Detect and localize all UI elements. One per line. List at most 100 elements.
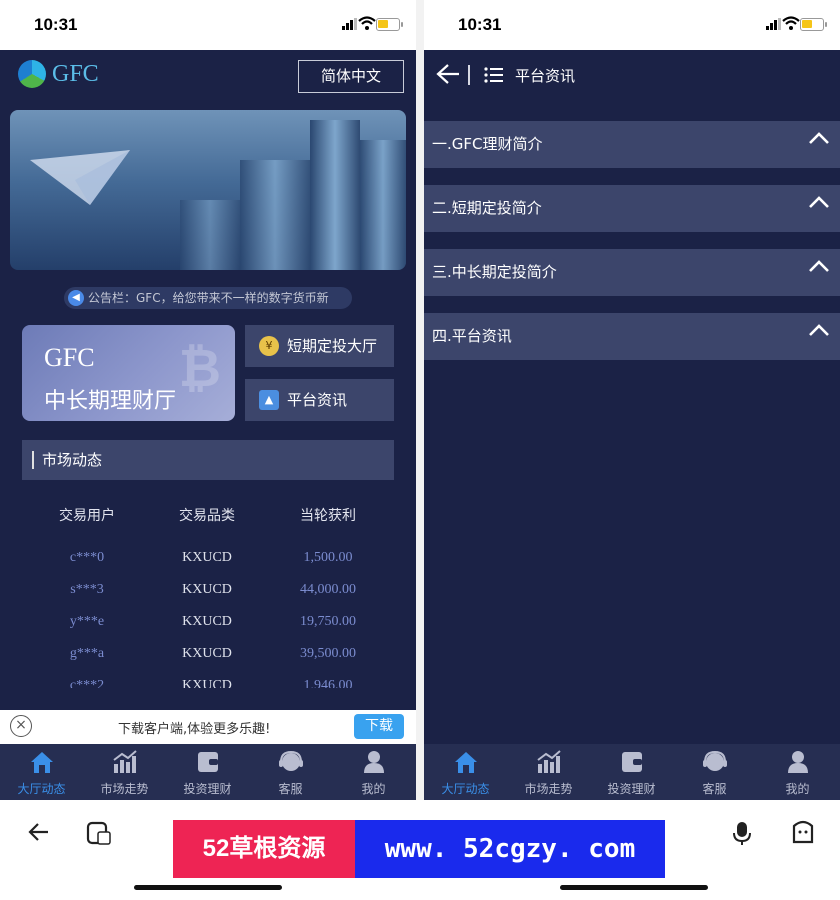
bottom-tab-bar: 大厅动态 市场走势 投资理财 客服 我的 [0, 744, 416, 800]
col-header-user: 交易用户 [59, 508, 115, 524]
table-row: g***a KXUCD 39,500.00 [0, 646, 416, 678]
accordion-item[interactable]: 四.平台资讯 [424, 313, 840, 360]
cell-product: KXUCD [182, 614, 232, 629]
tab-support[interactable]: 客服 [673, 744, 756, 800]
cell-user: c***0 [69, 550, 105, 565]
accordion-title: 四.平台资讯 [432, 327, 512, 345]
accordion-item[interactable]: 三.中长期定投简介 [424, 249, 840, 296]
market-table-body[interactable]: c***0 KXUCD 1,500.00 s***3 KXUCD 44,000.… [0, 528, 416, 688]
promo-url: www. 52cgzy. com [355, 820, 665, 878]
tab-mine[interactable]: 我的 [332, 744, 415, 800]
long-term-hall-card[interactable]: ₿ GFC 中长期理财厅 [22, 325, 235, 421]
chart-icon [113, 750, 137, 773]
platform-news-button[interactable]: ▲ 平台资讯 [245, 379, 394, 421]
cell-product: KXUCD [182, 646, 232, 661]
paper-plane-icon [30, 150, 130, 205]
bottom-tab-bar: 大厅动态 市场走势 投资理财 客服 我的 [424, 744, 840, 800]
tab-market[interactable]: 市场走势 [83, 744, 166, 800]
download-button[interactable]: 下载 [354, 714, 404, 739]
tab-invest[interactable]: 投资理财 [590, 744, 673, 800]
accordion-title: 一.GFC理财简介 [432, 135, 543, 153]
download-banner-text: 下载客户端,体验更多乐趣! [118, 722, 271, 737]
logo-mark-icon [18, 60, 46, 88]
cell-profit: 39,500.00 [300, 646, 356, 661]
chevron-up-icon [809, 260, 829, 272]
tab-hall[interactable]: 大厅动态 [0, 744, 83, 800]
yen-coin-icon: ¥ [259, 336, 279, 356]
status-bar: 10:31 [424, 0, 840, 50]
wifi-icon [782, 16, 800, 30]
right-phone-screenshot: 10:31 平台资讯 一.GFC理财简介 二.短期定投简介 三.中长期定投简介 … [424, 0, 840, 800]
battery-icon [800, 18, 827, 31]
signal-icon [342, 18, 357, 30]
cell-user: s***3 [70, 582, 104, 597]
tab-support[interactable]: 客服 [249, 744, 332, 800]
wallet-icon [622, 752, 642, 772]
signal-icon [766, 18, 781, 30]
speaker-icon: ◀ [68, 290, 84, 306]
microphone-icon[interactable] [730, 820, 754, 846]
cell-user: g***a [69, 646, 105, 661]
cell-product: KXUCD [182, 678, 232, 688]
logo-text: GFC [52, 60, 99, 87]
language-button[interactable]: 简体中文 [298, 60, 404, 93]
tabs-icon[interactable] [86, 820, 112, 846]
user-icon [788, 751, 808, 773]
card-brand: GFC [44, 343, 95, 372]
accordion-title: 二.短期定投简介 [432, 199, 542, 217]
promo-brand: 52草根资源 [173, 820, 355, 878]
accordion-item[interactable]: 二.短期定投简介 [424, 185, 840, 232]
tab-label: 市场走势 [100, 782, 149, 796]
tab-invest[interactable]: 投资理财 [166, 744, 249, 800]
tab-label: 投资理财 [607, 782, 656, 796]
status-time: 10:31 [34, 15, 78, 34]
assistant-icon[interactable] [790, 820, 816, 846]
tab-label: 客服 [702, 782, 727, 796]
platform-news-label: 平台资讯 [287, 391, 348, 409]
status-time: 10:31 [458, 15, 502, 34]
back-icon[interactable] [26, 820, 50, 844]
browser-toolbar: 52草根资源 www. 52cgzy. com [0, 800, 840, 900]
cell-profit: 1,946.00 [303, 678, 353, 688]
cell-profit: 1,500.00 [303, 550, 353, 565]
cell-user: y***e [69, 614, 105, 629]
wallet-icon [198, 752, 218, 772]
table-row: c***2 KXUCD 1,946.00 [0, 678, 416, 688]
card-title: 中长期理财厅 [44, 389, 177, 414]
top-bar: GFC 简体中文 [0, 50, 416, 105]
headset-icon [703, 750, 727, 771]
watermark-promo-banner: 52草根资源 www. 52cgzy. com [173, 820, 665, 878]
back-arrow-icon[interactable] [436, 63, 460, 85]
banner-image[interactable] [10, 110, 406, 270]
table-row: s***3 KXUCD 44,000.00 [0, 582, 416, 614]
tab-hall[interactable]: 大厅动态 [424, 744, 507, 800]
status-bar: 10:31 [0, 0, 416, 50]
tab-mine[interactable]: 我的 [756, 744, 839, 800]
announcement-bar[interactable]: ◀ 公告栏：GFC，给您带来不一样的数字货币新 [64, 287, 352, 309]
bitcoin-icon: ₿ [178, 339, 221, 399]
news-screen: 平台资讯 一.GFC理财简介 二.短期定投简介 三.中长期定投简介 四.平台资讯… [424, 50, 840, 800]
tab-market[interactable]: 市场走势 [507, 744, 590, 800]
accordion-title: 三.中长期定投简介 [432, 263, 557, 281]
home-icon [31, 752, 53, 773]
table-row: y***e KXUCD 19,750.00 [0, 614, 416, 646]
tab-label: 我的 [361, 782, 386, 796]
header-separator [468, 65, 470, 85]
logo: GFC [18, 60, 99, 88]
user-icon [364, 751, 384, 773]
close-icon[interactable]: × [10, 715, 32, 737]
chevron-up-icon [809, 196, 829, 208]
tab-label: 市场走势 [524, 782, 573, 796]
home-icon [455, 752, 477, 773]
download-banner: × 下载客户端,体验更多乐趣! 下载 [0, 710, 416, 744]
accordion-item[interactable]: 一.GFC理财简介 [424, 121, 840, 168]
home-screen: GFC 简体中文 ◀ 公告栏：GFC，给您带来不一样的数字货币新 ₿ GFC 中… [0, 50, 416, 800]
page-header: 平台资讯 [424, 50, 840, 100]
chevron-up-icon [809, 132, 829, 144]
cell-profit: 44,000.00 [300, 582, 356, 597]
battery-icon [376, 18, 403, 31]
home-indicator[interactable] [560, 885, 708, 890]
short-term-hall-button[interactable]: ¥ 短期定投大厅 [245, 325, 394, 367]
home-indicator[interactable] [134, 885, 282, 890]
chart-icon [537, 750, 561, 773]
